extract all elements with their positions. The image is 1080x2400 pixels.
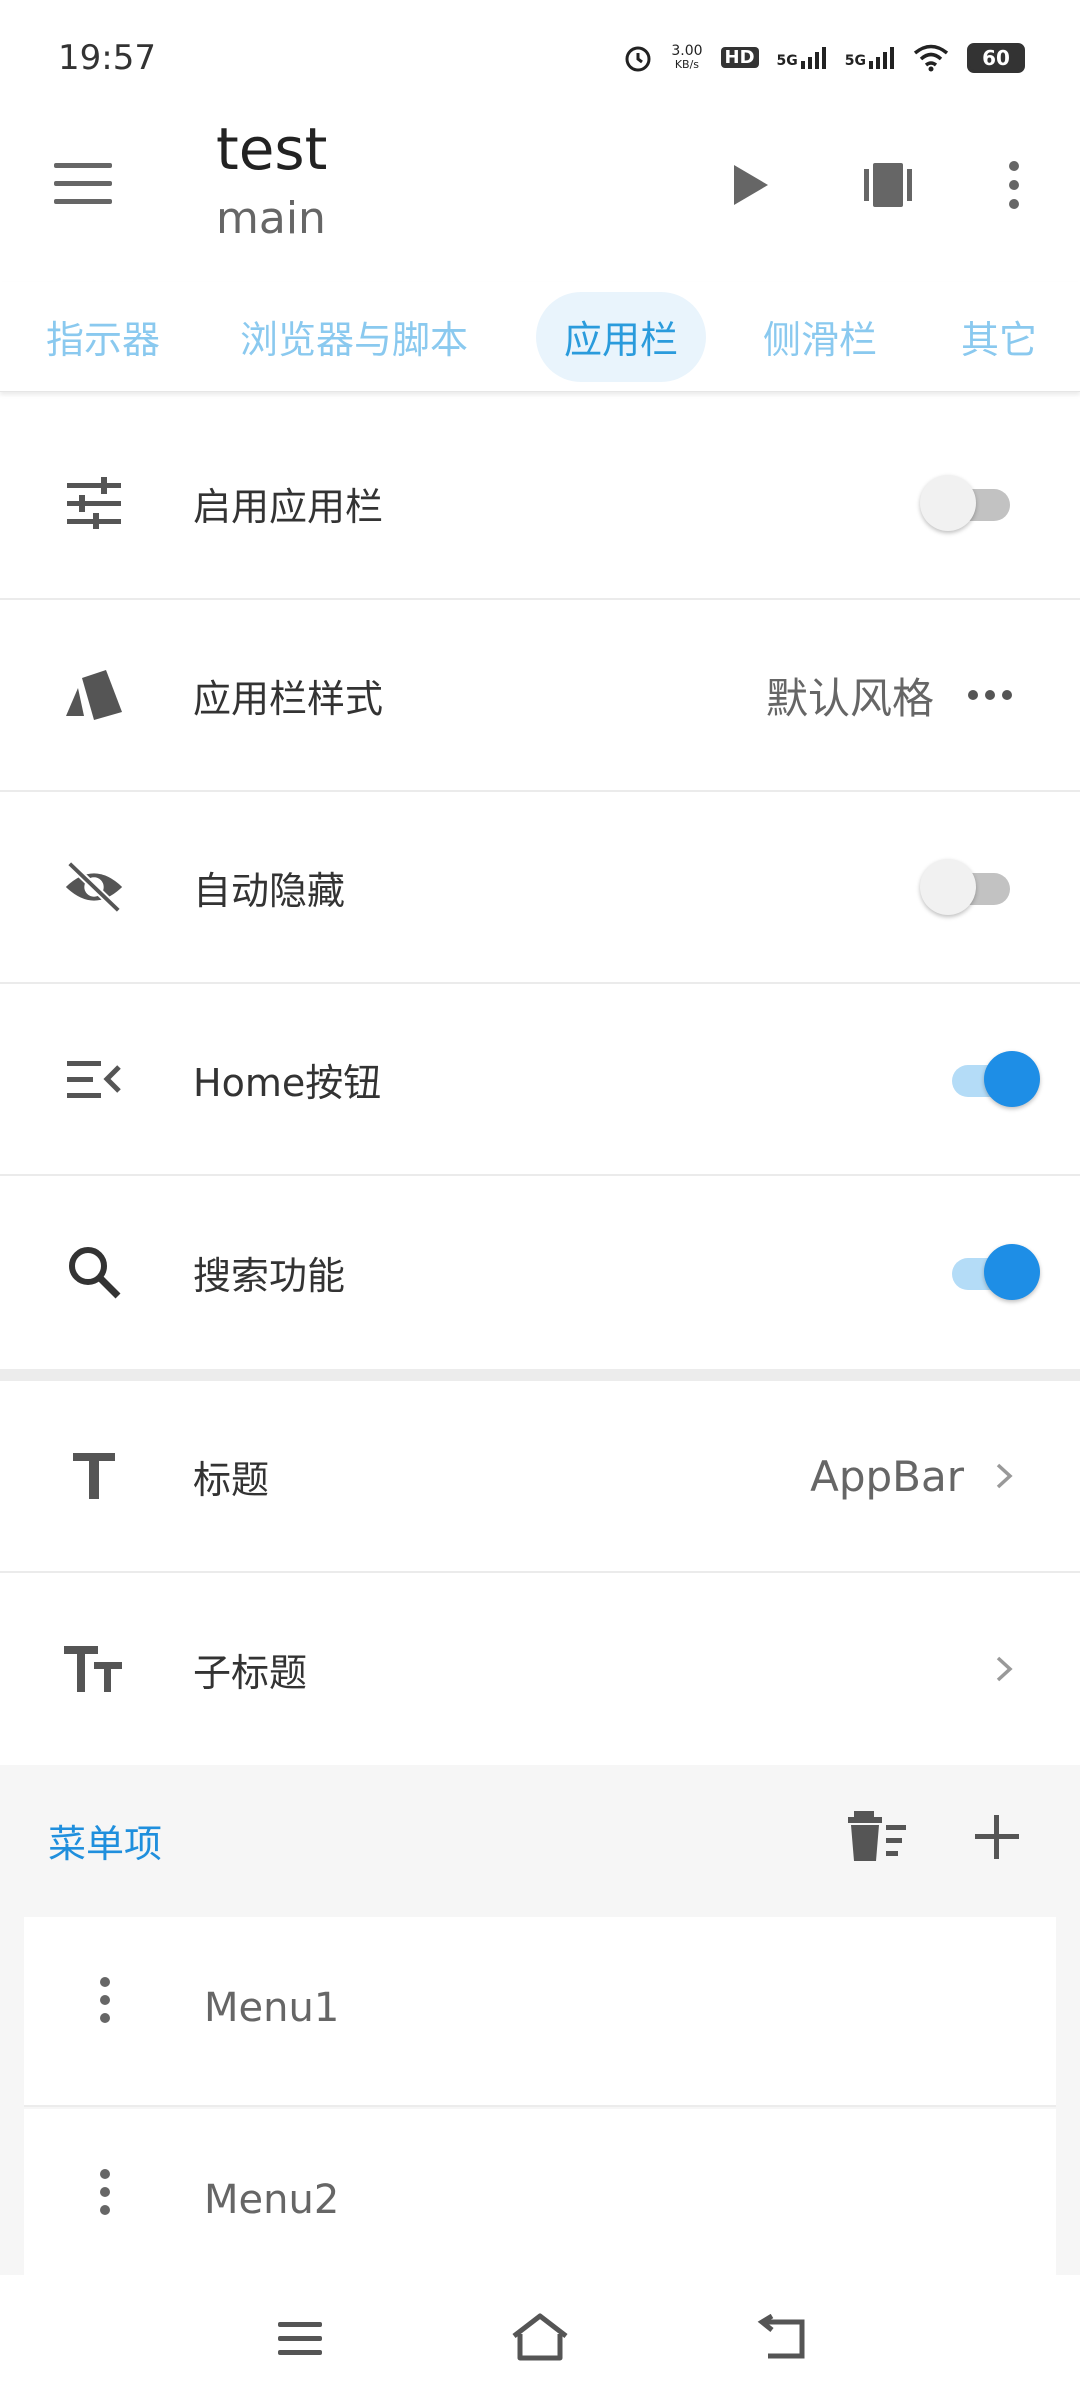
add-icon — [975, 1815, 1019, 1859]
status-bar: 19:57 3.00 KB/s HD 5G 5G 60 — [0, 0, 1080, 115]
tab-other[interactable]: 其它 — [961, 292, 1037, 382]
setting-title[interactable]: 标题 AppBar — [0, 1381, 1080, 1573]
menu-open-icon — [62, 1047, 126, 1111]
recents-button[interactable] — [270, 2313, 330, 2363]
tune-icon — [62, 471, 126, 535]
tab-bar: 指示器 浏览器与脚本 应用栏 侧滑栏 其它 — [0, 282, 1080, 392]
play-button[interactable] — [725, 155, 775, 215]
enable-appbar-toggle[interactable] — [920, 475, 1016, 531]
more-horiz-icon[interactable] — [968, 690, 1012, 700]
vibrate-icon — [864, 163, 912, 207]
search-icon — [62, 1240, 126, 1304]
menu-item-label: Menu1 — [204, 1985, 340, 2031]
setting-auto-hide[interactable]: 自动隐藏 — [0, 792, 1080, 984]
drag-handle-icon[interactable] — [100, 1977, 110, 2023]
title-icon — [62, 1444, 126, 1508]
home-button-toggle[interactable] — [944, 1051, 1040, 1107]
back-button[interactable] — [752, 2311, 812, 2365]
home-nav-button[interactable] — [508, 2309, 572, 2365]
tab-browser-script[interactable]: 浏览器与脚本 — [240, 292, 468, 382]
chevron-right-icon — [996, 1656, 1013, 1682]
menu-section-header: 菜单项 — [48, 1822, 163, 1866]
recents-icon — [278, 2322, 322, 2355]
setting-label: 自动隐藏 — [193, 868, 346, 913]
chevron-right-icon — [996, 1463, 1013, 1489]
section-divider — [0, 1369, 1080, 1381]
auto-hide-toggle[interactable] — [920, 859, 1016, 915]
delete-sweep-icon — [848, 1811, 906, 1861]
search-toggle[interactable] — [944, 1244, 1040, 1300]
signal-icon-2: 5G — [845, 46, 895, 69]
setting-label: 应用栏样式 — [193, 676, 384, 721]
play-icon — [734, 165, 768, 205]
setting-search[interactable]: 搜索功能 — [0, 1176, 1080, 1368]
setting-value: 默认风格 — [765, 673, 934, 723]
setting-appbar-style[interactable]: 应用栏样式 默认风格 — [0, 600, 1080, 792]
text-fields-icon — [62, 1637, 126, 1701]
menu-item-label: Menu2 — [204, 2177, 340, 2223]
page-subtitle: main — [216, 193, 326, 244]
battery-icon: 60 — [967, 42, 1025, 73]
add-menu-item-button[interactable] — [970, 1810, 1024, 1864]
vibrate-button[interactable] — [858, 155, 918, 215]
setting-label: 搜索功能 — [193, 1253, 346, 1298]
status-time: 19:57 — [58, 37, 156, 78]
net-speed: 3.00 KB/s — [671, 42, 703, 71]
wifi-icon — [913, 44, 949, 71]
system-nav-bar — [0, 2275, 1080, 2400]
setting-value: AppBar — [810, 1451, 964, 1501]
home-icon — [512, 2313, 568, 2361]
visibility-off-icon — [62, 855, 126, 919]
clear-all-button[interactable] — [845, 1810, 909, 1864]
alarm-icon — [625, 46, 651, 71]
style-icon — [62, 663, 126, 727]
signal-icon-1: 5G — [777, 46, 827, 69]
setting-label: Home按钮 — [193, 1060, 382, 1105]
menu-item[interactable]: Menu1 — [24, 1917, 1056, 2107]
tab-appbar[interactable]: 应用栏 — [536, 291, 707, 382]
setting-enable-appbar[interactable]: 启用应用栏 — [0, 408, 1080, 600]
drag-handle-icon[interactable] — [100, 2169, 110, 2215]
back-icon — [757, 2314, 805, 2359]
menu-item[interactable]: Menu2 — [24, 2109, 1056, 2299]
setting-subtitle[interactable]: 子标题 — [0, 1573, 1080, 1765]
menu-items-section: 菜单项 Menu1 Menu2 — [0, 1765, 1080, 2299]
setting-label: 标题 — [193, 1457, 270, 1502]
app-bar: test main — [0, 115, 1080, 270]
setting-label: 子标题 — [193, 1650, 308, 1695]
more-vert-icon — [1009, 161, 1019, 209]
status-icons: 3.00 KB/s HD 5G 5G 60 — [623, 42, 1025, 73]
more-options-button[interactable] — [996, 155, 1032, 215]
setting-label: 启用应用栏 — [193, 484, 384, 529]
page-title: test — [216, 115, 328, 183]
menu-icon[interactable] — [54, 163, 112, 207]
tab-drawer[interactable]: 侧滑栏 — [763, 292, 877, 382]
hd-icon: HD — [720, 47, 759, 68]
setting-home-button[interactable]: Home按钮 — [0, 984, 1080, 1176]
tab-indicator[interactable]: 指示器 — [46, 292, 160, 382]
